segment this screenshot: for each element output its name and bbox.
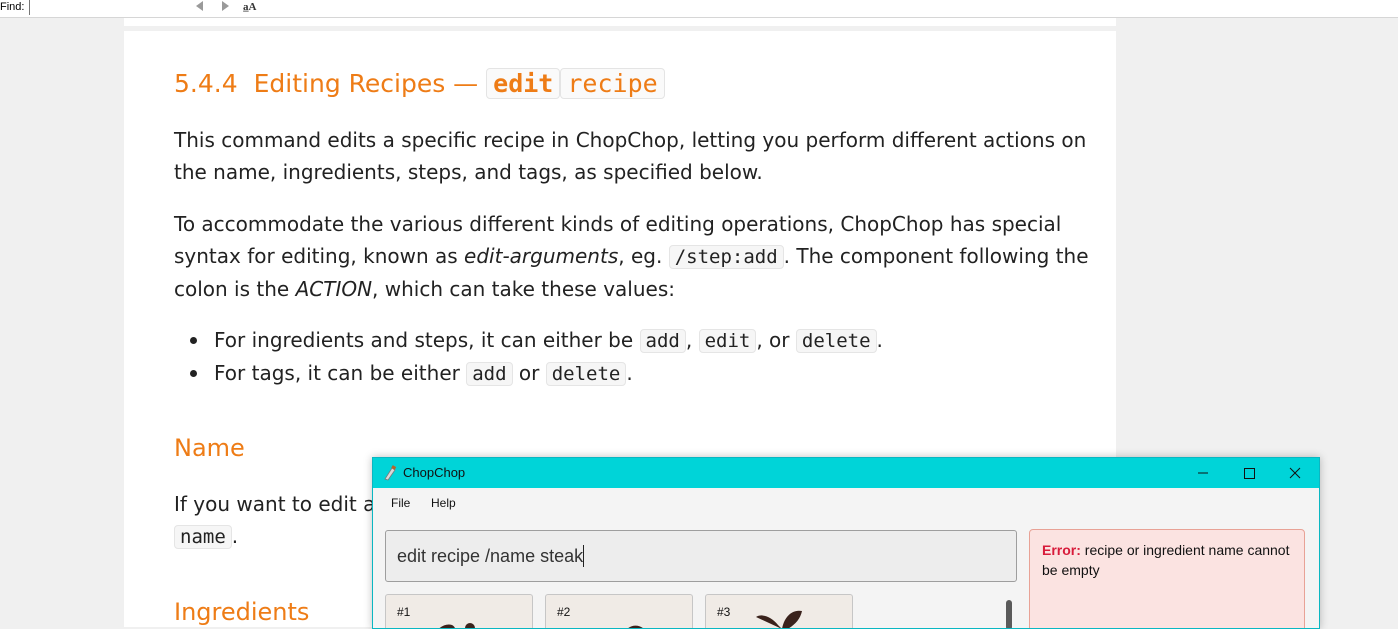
emphasis-action: ACTION: [295, 277, 373, 301]
recipe-index: #2: [557, 605, 571, 619]
emphasis-edit-arguments: edit-arguments: [464, 244, 619, 268]
text-caret: [583, 545, 585, 567]
inline-code-add: add: [639, 329, 686, 353]
text: , or: [756, 328, 796, 352]
text: ,: [685, 328, 699, 352]
text: , eg.: [618, 244, 669, 268]
menu-bar: File Help: [373, 488, 1319, 517]
text: .: [876, 328, 883, 352]
list-item-tags: For tags, it can be either add or delete…: [174, 357, 883, 390]
window-title: ChopChop: [403, 465, 466, 480]
intro-paragraph: This command edits a specific recipe in …: [174, 128, 1087, 184]
find-bar: Find: a̲A: [0, 0, 1398, 18]
recipe-list-scrollbar[interactable]: [1006, 600, 1012, 628]
find-next-icon[interactable]: [222, 1, 229, 11]
inline-code-add: add: [466, 362, 513, 386]
find-input[interactable]: [29, 0, 200, 15]
menu-file[interactable]: File: [391, 496, 410, 511]
text: If you want to edit a r: [174, 492, 390, 516]
name-paragraph-tail: name.: [174, 520, 238, 553]
heading-ingredients: Ingredients: [174, 598, 310, 626]
list-item-ingredients-steps: For ingredients and steps, it can either…: [174, 324, 883, 357]
section-title: Editing Recipes —: [253, 69, 479, 98]
close-icon: [1289, 467, 1301, 479]
command-text: edit recipe /name steak: [397, 545, 585, 567]
section-heading: 5.4.4 Editing Recipes — edit recipe: [174, 66, 665, 102]
recipe-card[interactable]: #1: [385, 594, 533, 628]
text: For ingredients and steps, it can either…: [214, 328, 640, 352]
window-titlebar[interactable]: ChopChop: [373, 458, 1319, 488]
recipe-index: #3: [717, 605, 731, 619]
inline-code-delete: delete: [795, 329, 877, 353]
action-values-list: For ingredients and steps, it can either…: [174, 324, 883, 390]
recipe-card[interactable]: #3: [705, 594, 853, 628]
recipe-card[interactable]: #2: [545, 594, 693, 628]
command-value: edit recipe /name steak: [397, 546, 584, 566]
text: , which can take these values:: [372, 277, 675, 301]
match-case-icon[interactable]: a̲A: [243, 0, 256, 14]
minimize-button[interactable]: [1180, 458, 1226, 488]
command-input[interactable]: edit recipe /name steak: [385, 530, 1017, 582]
text: For tags, it can be either: [214, 361, 467, 385]
close-button[interactable]: [1272, 458, 1318, 488]
chopchop-window: ChopChop File Help edit recipe /name ste…: [372, 457, 1320, 629]
section-number: 5.4.4: [174, 69, 238, 98]
error-text: Error: recipe or ingredient name cannot …: [1042, 540, 1292, 580]
inline-code-delete: delete: [545, 362, 627, 386]
inline-code-step-add: /step:add: [668, 245, 784, 269]
find-previous-icon[interactable]: [196, 1, 203, 11]
inline-code-name: name: [174, 525, 232, 549]
find-label: Find:: [0, 1, 25, 13]
window-content: edit recipe /name steak Error: recipe or…: [373, 517, 1319, 628]
section-code-edit: edit: [486, 68, 561, 99]
heading-name: Name: [174, 434, 245, 462]
maximize-button[interactable]: [1226, 458, 1272, 488]
text: .: [626, 361, 633, 385]
chef-knife-icon: [384, 465, 397, 481]
text: .: [231, 524, 239, 548]
inline-code-edit: edit: [698, 329, 757, 353]
minimize-icon: [1198, 472, 1208, 474]
recipe-index: #1: [397, 605, 411, 619]
section-code-recipe: recipe: [560, 68, 665, 99]
page-separator: [124, 26, 1116, 31]
error-display: Error: recipe or ingredient name cannot …: [1029, 529, 1305, 628]
maximize-icon: [1244, 468, 1255, 479]
edit-arguments-paragraph: To accommodate the various different kin…: [174, 208, 1094, 305]
error-label: Error:: [1042, 542, 1081, 558]
menu-help[interactable]: Help: [431, 496, 456, 511]
text: or: [512, 361, 546, 385]
